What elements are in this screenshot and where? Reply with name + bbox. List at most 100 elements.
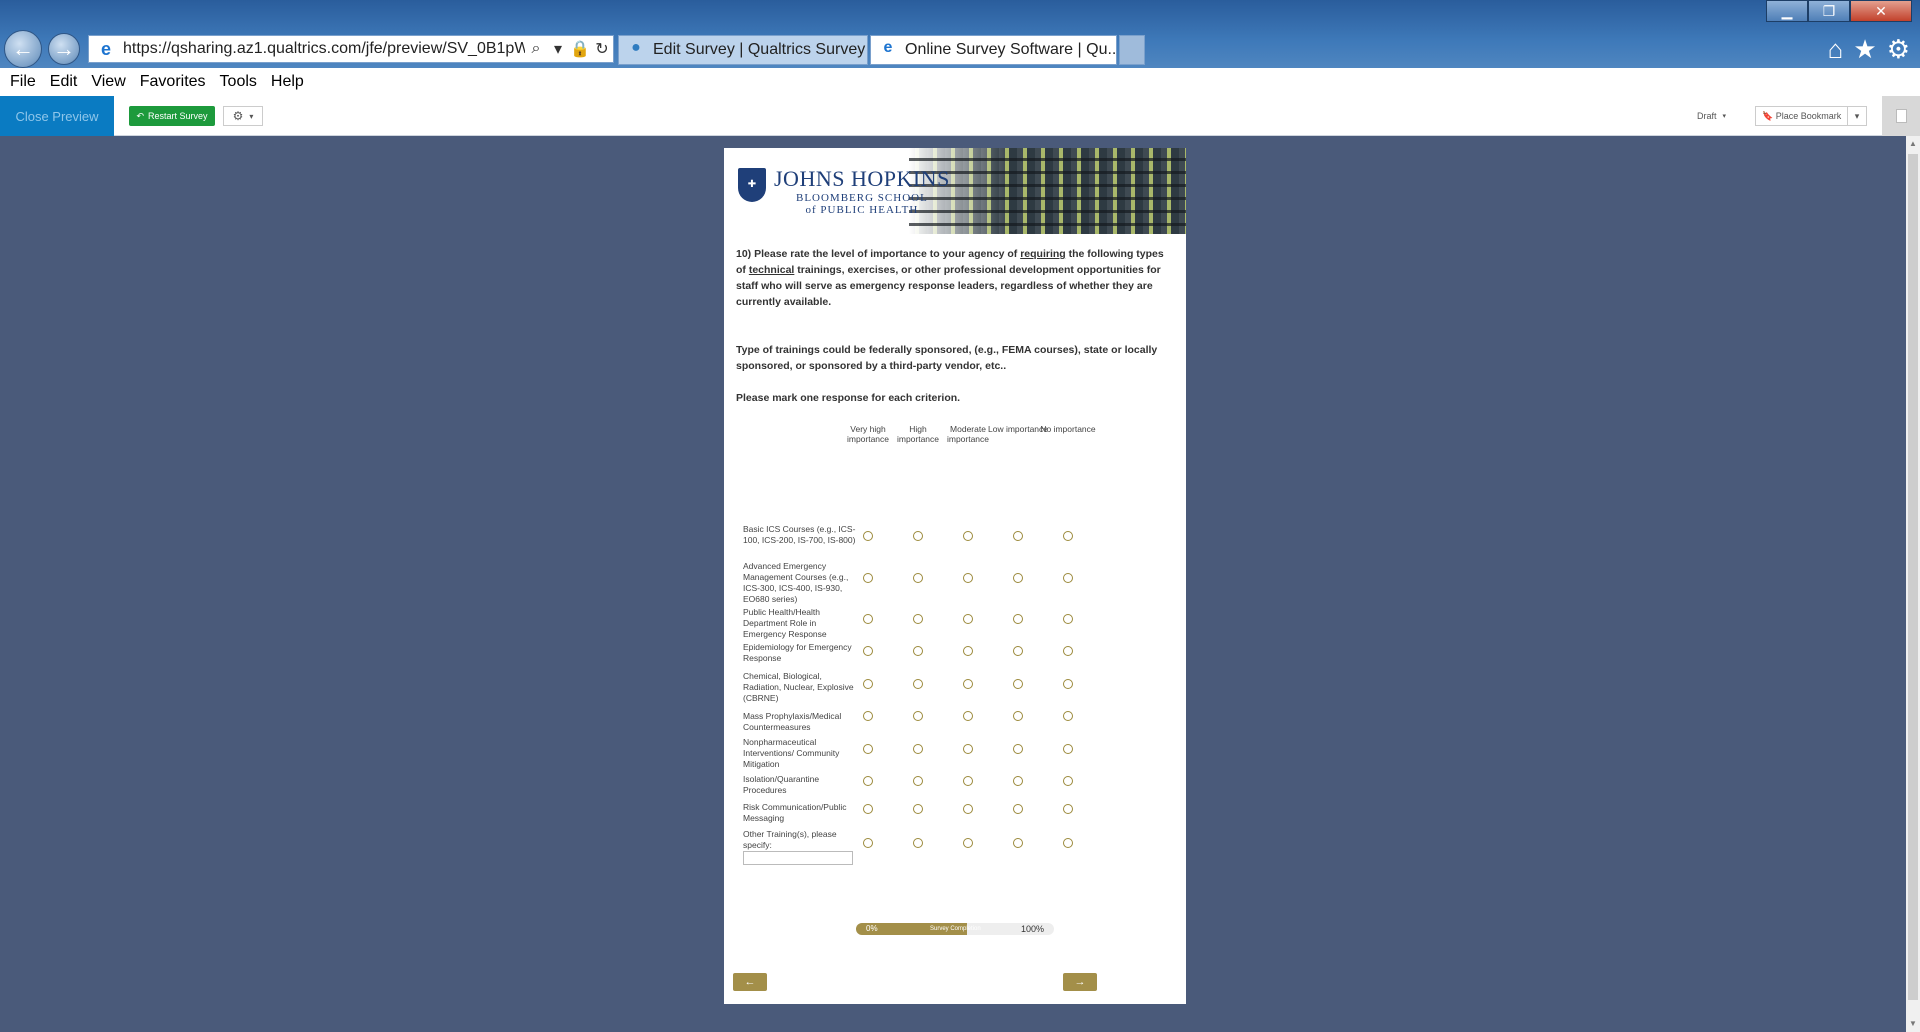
radio-option[interactable]	[963, 804, 973, 814]
star-icon[interactable]: ★	[1853, 34, 1876, 65]
bookmark-text: Place Bookmark	[1775, 110, 1842, 121]
building-photo	[909, 148, 1186, 234]
radio-option[interactable]	[863, 711, 873, 721]
radio-option[interactable]	[963, 711, 973, 721]
document-toggle[interactable]	[1882, 96, 1920, 136]
radio-option[interactable]	[913, 711, 923, 721]
survey-card: ✚ JOHNS HOPKINS BLOOMBERG SCHOOL of PUBL…	[724, 148, 1186, 1004]
question-paragraph-2: Type of trainings could be federally spo…	[736, 344, 1158, 372]
menu-view[interactable]: View	[91, 73, 125, 91]
shield-icon: ✚	[738, 168, 766, 202]
radio-option[interactable]	[1063, 711, 1073, 721]
radio-option[interactable]	[1013, 711, 1023, 721]
draft-dropdown[interactable]: Draft ▾	[1697, 96, 1726, 136]
radio-option[interactable]	[1013, 614, 1023, 624]
scroll-down-icon[interactable]: ▼	[1906, 1016, 1920, 1032]
radio-option[interactable]	[963, 679, 973, 689]
radio-option[interactable]	[1013, 776, 1023, 786]
radio-option[interactable]	[863, 776, 873, 786]
new-tab-button[interactable]	[1119, 35, 1145, 65]
radio-option[interactable]	[963, 776, 973, 786]
radio-option[interactable]	[963, 838, 973, 848]
lock-icon[interactable]: 🔒	[569, 39, 591, 59]
radio-option[interactable]	[863, 838, 873, 848]
menu-edit[interactable]: Edit	[50, 73, 78, 91]
menu-file[interactable]: File	[10, 73, 36, 91]
browser-tools: ⌂ ★ ⚙	[1828, 34, 1910, 65]
back-button[interactable]: ←	[4, 30, 42, 68]
window-controls: ▁ ❐ ✕	[1766, 0, 1912, 22]
logo-line2: BLOOMBERG SCHOOL	[795, 192, 928, 204]
radio-option[interactable]	[913, 776, 923, 786]
tab-edit-survey[interactable]: ● Edit Survey | Qualtrics Survey S...	[618, 35, 868, 65]
radio-option[interactable]	[1063, 804, 1073, 814]
close-window-button[interactable]: ✕	[1850, 0, 1912, 22]
home-icon[interactable]: ⌂	[1828, 34, 1844, 65]
place-bookmark-button[interactable]: 🔖 Place Bookmark ▾	[1755, 106, 1867, 126]
row-label: Epidemiology for Emergency Response	[743, 642, 852, 663]
logo-line3: of PUBLIC HEALTH	[805, 204, 919, 216]
menu-help[interactable]: Help	[271, 73, 304, 91]
close-preview-button[interactable]: Close Preview	[0, 96, 114, 136]
next-button[interactable]: →	[1063, 973, 1097, 991]
menu-tools[interactable]: Tools	[220, 73, 257, 91]
minimize-button[interactable]: ▁	[1766, 0, 1808, 22]
radio-option[interactable]	[1013, 804, 1023, 814]
radio-option[interactable]	[1013, 573, 1023, 583]
radio-option[interactable]	[1013, 744, 1023, 754]
bookmark-icon: 🔖	[1762, 110, 1774, 121]
scroll-up-icon[interactable]: ▲	[1906, 136, 1920, 152]
radio-option[interactable]	[1013, 679, 1023, 689]
radio-option[interactable]	[1063, 838, 1073, 848]
radio-option[interactable]	[963, 646, 973, 656]
vertical-scrollbar[interactable]: ▲ ▼	[1906, 136, 1920, 1032]
address-bar[interactable]: e https://qsharing.az1.qualtrics.com/jfe…	[88, 35, 614, 63]
radio-option[interactable]	[963, 614, 973, 624]
radio-option[interactable]	[863, 679, 873, 689]
radio-option[interactable]	[1063, 776, 1073, 786]
radio-option[interactable]	[863, 614, 873, 624]
radio-option[interactable]	[913, 744, 923, 754]
search-icon[interactable]: ⌕	[525, 40, 547, 58]
radio-option[interactable]	[863, 531, 873, 541]
tab-label: Online Survey Software | Qu...	[905, 41, 1117, 58]
radio-option[interactable]	[863, 744, 873, 754]
radio-option[interactable]	[1063, 646, 1073, 656]
radio-option[interactable]	[1013, 838, 1023, 848]
radio-option[interactable]	[913, 646, 923, 656]
radio-option[interactable]	[1063, 573, 1073, 583]
radio-option[interactable]	[863, 804, 873, 814]
dropdown-icon[interactable]: ▾	[547, 39, 569, 59]
radio-option[interactable]	[963, 573, 973, 583]
radio-option[interactable]	[1063, 679, 1073, 689]
settings-dropdown[interactable]: ⚙ ▾	[223, 106, 263, 126]
radio-option[interactable]	[913, 804, 923, 814]
gear-icon[interactable]: ⚙	[1887, 34, 1910, 65]
radio-option[interactable]	[963, 744, 973, 754]
forward-button[interactable]: →	[48, 33, 80, 65]
radio-option[interactable]	[1063, 614, 1073, 624]
address-url[interactable]: https://qsharing.az1.qualtrics.com/jfe/p…	[123, 40, 525, 58]
other-training-input[interactable]	[743, 851, 853, 865]
tab-online-survey[interactable]: e Online Survey Software | Qu... ✕	[870, 35, 1117, 65]
radio-option[interactable]	[913, 679, 923, 689]
radio-option[interactable]	[913, 614, 923, 624]
radio-option[interactable]	[963, 531, 973, 541]
restore-button[interactable]: ❐	[1808, 0, 1850, 22]
radio-option[interactable]	[913, 531, 923, 541]
restart-survey-button[interactable]: ↶ Restart Survey	[129, 106, 215, 126]
radio-option[interactable]	[863, 573, 873, 583]
radio-option[interactable]	[1013, 531, 1023, 541]
radio-option[interactable]	[1013, 646, 1023, 656]
radio-option[interactable]	[1063, 531, 1073, 541]
chevron-down-icon[interactable]: ▾	[1847, 107, 1866, 125]
back-button[interactable]: ←	[733, 973, 767, 991]
refresh-icon[interactable]: ↻	[591, 39, 613, 59]
radio-option[interactable]	[1063, 744, 1073, 754]
radio-option[interactable]	[913, 573, 923, 583]
scrollbar-thumb[interactable]	[1908, 154, 1918, 1000]
menu-favorites[interactable]: Favorites	[140, 73, 206, 91]
radio-option[interactable]	[863, 646, 873, 656]
radio-option[interactable]	[913, 838, 923, 848]
tab-label: Edit Survey | Qualtrics Survey S...	[653, 41, 867, 58]
